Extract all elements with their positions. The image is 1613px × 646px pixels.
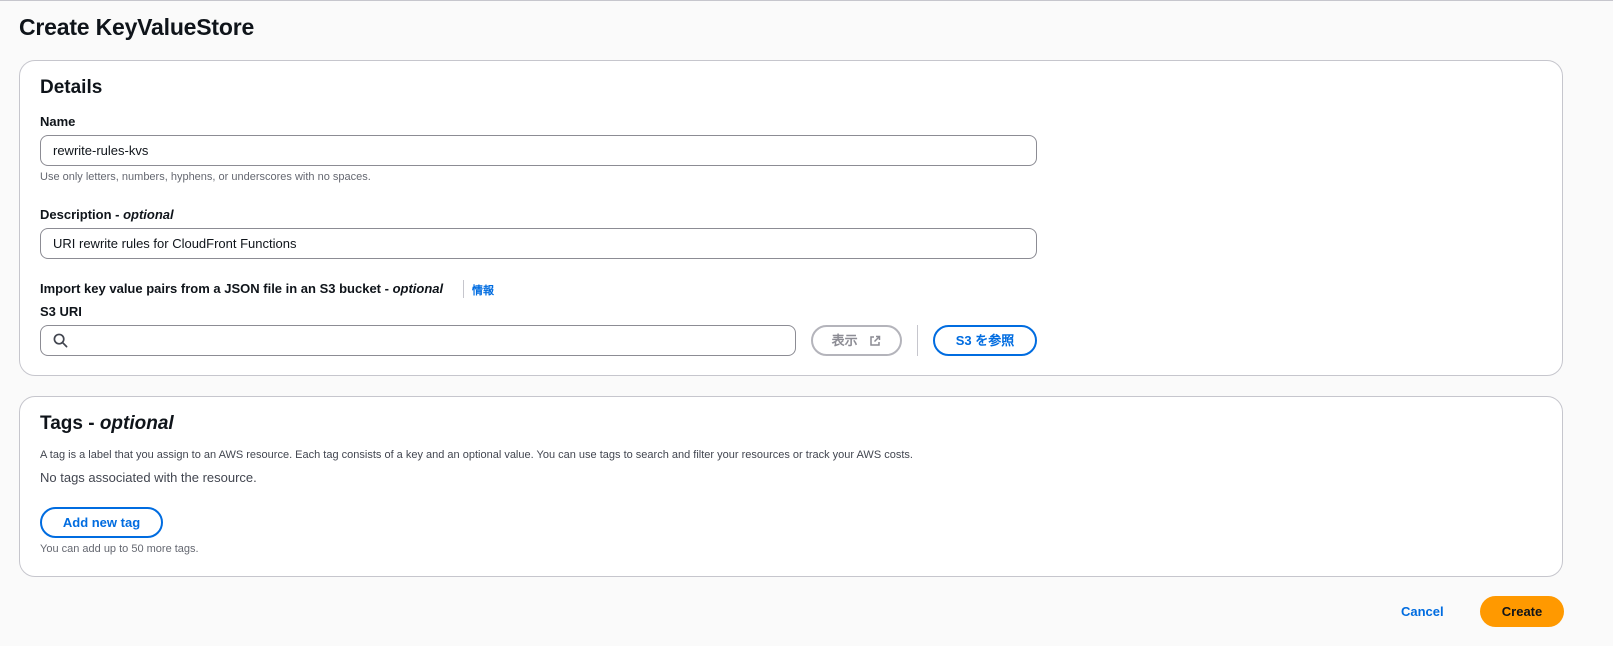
import-label: Import key value pairs from a JSON file … — [40, 281, 444, 296]
tags-optional: optional — [99, 413, 174, 434]
view-button[interactable]: 表示 — [811, 325, 902, 356]
view-button-label: 表示 — [831, 333, 858, 348]
name-input[interactable]: rewrite-rules-kvs — [40, 135, 1037, 166]
import-optional: optional — [392, 281, 444, 296]
description-optional: optional — [123, 207, 174, 222]
page-title: Create KeyValueStore — [19, 14, 255, 40]
button-divider — [917, 325, 918, 356]
tags-description: A tag is a label that you assign to an A… — [40, 449, 913, 461]
description-label: Description - optional — [40, 207, 174, 222]
s3-uri-input[interactable] — [40, 325, 796, 356]
top-divider — [0, 0, 1613, 1]
add-new-tag-button[interactable]: Add new tag — [40, 507, 163, 538]
no-tags-text: No tags associated with the resource. — [40, 470, 257, 485]
search-icon — [53, 333, 68, 348]
external-link-icon — [870, 335, 881, 346]
create-button[interactable]: Create — [1480, 596, 1564, 627]
info-link[interactable]: 情報 — [472, 282, 494, 298]
tags-panel: Tags - optional A tag is a label that yo… — [19, 396, 1563, 577]
name-hint: Use only letters, numbers, hyphens, or u… — [40, 171, 371, 183]
cancel-button[interactable]: Cancel — [1401, 604, 1444, 619]
s3-uri-label: S3 URI — [40, 304, 82, 319]
details-panel: Details Name rewrite-rules-kvs Use only … — [19, 60, 1563, 376]
details-heading: Details — [40, 77, 103, 98]
name-label: Name — [40, 114, 76, 129]
info-divider — [463, 280, 464, 298]
tags-limit-hint: You can add up to 50 more tags. — [40, 543, 199, 555]
tags-heading: Tags - optional — [40, 413, 174, 434]
browse-s3-button[interactable]: S3 を参照 — [933, 325, 1037, 356]
description-input[interactable]: URI rewrite rules for CloudFront Functio… — [40, 228, 1037, 259]
